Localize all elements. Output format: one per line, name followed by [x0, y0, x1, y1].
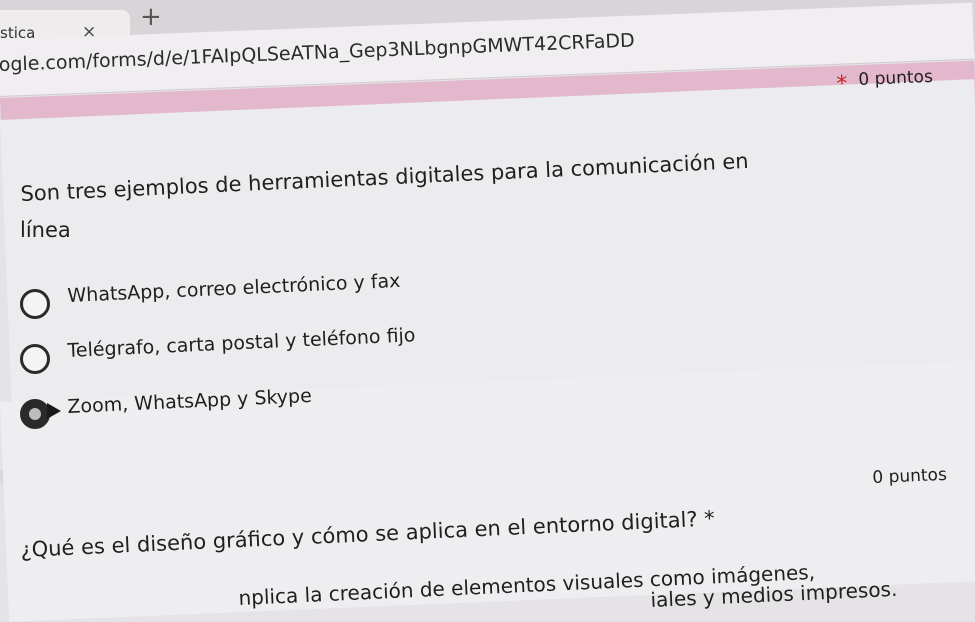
radio-option-1[interactable] [20, 289, 50, 319]
radio-option-2[interactable] [20, 344, 50, 374]
points-label: 0 puntos [872, 464, 948, 488]
radio-option-3-selected[interactable] [20, 399, 50, 429]
required-asterisk: * [836, 71, 849, 97]
cursor-pointer-icon [47, 403, 61, 419]
url-text: ogle.com/forms/d/e/1FAIpQLSeATNa_Gep3NLb… [0, 29, 636, 77]
new-tab-icon[interactable]: + [140, 2, 162, 32]
points-label: 0 puntos [858, 66, 934, 90]
question-text-continued: línea [20, 218, 71, 242]
